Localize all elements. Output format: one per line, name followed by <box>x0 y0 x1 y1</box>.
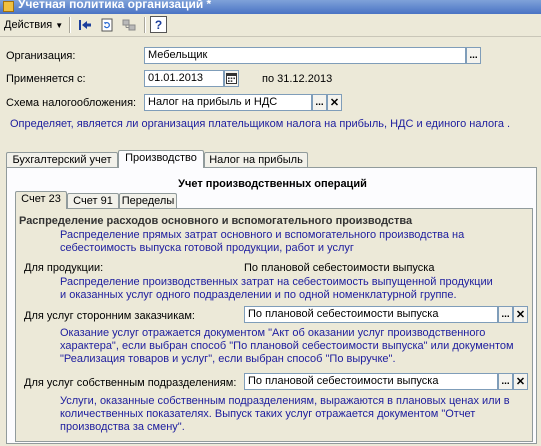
actions-menu-button[interactable]: Действия ▼ <box>4 17 63 33</box>
external-services-label: Для услуг сторонним заказчикам: <box>24 310 195 322</box>
title-bar[interactable]: Учетная политика организаций * <box>0 0 541 14</box>
external-services-value: По плановой себестоимости выпуска <box>248 308 439 320</box>
help-icon: ? <box>154 17 163 32</box>
external-services-select-button[interactable]: ... <box>498 306 513 323</box>
production-section-title: Учет производственных операций <box>178 178 367 190</box>
refresh-button[interactable] <box>98 16 116 34</box>
ellipsis-icon: ... <box>469 49 478 61</box>
calendar-button[interactable] <box>224 70 239 87</box>
internal-services-select-button[interactable]: ... <box>498 373 513 390</box>
tab-production[interactable]: Производство <box>118 150 204 168</box>
actions-menu-label: Действия <box>4 19 53 31</box>
applies-from-date-field[interactable]: 01.01.2013 <box>144 70 224 87</box>
subtab-redistributions[interactable]: Переделы <box>119 193 177 209</box>
subtab-account-23[interactable]: Счет 23 <box>15 191 67 209</box>
clear-x-icon: ✕ <box>515 375 526 388</box>
refresh-document-icon <box>101 18 113 32</box>
go-back-button[interactable] <box>76 16 94 34</box>
subtab-label: Переделы <box>121 195 175 207</box>
organization-field[interactable]: Мебельщик <box>144 47 466 64</box>
organization-label: Организация: <box>6 50 76 62</box>
subtab-account-91[interactable]: Счет 91 <box>67 193 119 209</box>
help-button[interactable]: ? <box>150 16 167 33</box>
external-services-clear-button[interactable]: ✕ <box>513 306 528 323</box>
organization-select-button[interactable]: ... <box>466 47 481 64</box>
tab-accounting[interactable]: Бухгалтерский учет <box>6 152 118 168</box>
structure-button[interactable] <box>120 16 138 34</box>
internal-services-value: По плановой себестоимости выпуска <box>248 375 439 387</box>
tab-label: Производство <box>125 152 197 164</box>
tax-scheme-select-button[interactable]: ... <box>312 94 327 111</box>
toolbar-separator <box>69 17 71 33</box>
tab-label: Бухгалтерский учет <box>12 154 112 166</box>
subtab-label: Счет 23 <box>21 193 61 205</box>
tax-scheme-clear-button[interactable]: ✕ <box>327 94 342 111</box>
arrow-left-icon <box>79 20 91 30</box>
structure-icon <box>122 19 136 31</box>
external-services-hint: Оказание услуг отражается документом "Ак… <box>60 327 514 365</box>
organization-value: Мебельщик <box>148 49 208 61</box>
internal-services-clear-button[interactable]: ✕ <box>513 373 528 390</box>
ellipsis-icon: ... <box>501 308 510 320</box>
ellipsis-icon: ... <box>501 375 510 387</box>
clear-x-icon: ✕ <box>515 308 526 321</box>
tax-scheme-field[interactable]: Налог на прибыль и НДС <box>144 94 312 111</box>
production-panel: Учет производственных операций Счет 23 С… <box>6 167 537 444</box>
internal-services-field[interactable]: По плановой себестоимости выпуска <box>244 373 498 390</box>
internal-services-label: Для услуг собственным подразделениям: <box>24 377 237 389</box>
toolbar-separator <box>144 17 146 33</box>
toolbar: Действия ▼ ? <box>0 14 541 37</box>
tab-label: Налог на прибыль <box>209 154 303 166</box>
ellipsis-icon: ... <box>315 96 324 108</box>
app-icon <box>3 1 14 12</box>
applies-from-date-value: 01.01.2013 <box>148 72 204 84</box>
window-title: Учетная политика организаций * <box>18 0 212 11</box>
tax-scheme-label: Схема налогообложения: <box>6 97 137 109</box>
external-services-field[interactable]: По плановой себестоимости выпуска <box>244 306 498 323</box>
applies-to-text: по 31.12.2013 <box>262 73 333 85</box>
account-23-panel: Распределение расходов основного и вспом… <box>15 208 533 442</box>
distribution-group-hint: Распределение прямых затрат основного и … <box>60 229 465 254</box>
internal-services-hint: Услуги, оказанные собственным подразделе… <box>60 395 510 433</box>
products-label: Для продукции: <box>24 262 104 274</box>
products-value: По плановой себестоимости выпуска <box>244 262 435 274</box>
products-hint: Распределение производственных затрат на… <box>60 276 493 301</box>
tab-income-tax[interactable]: Налог на прибыль <box>204 152 308 168</box>
clear-x-icon: ✕ <box>329 96 340 109</box>
distribution-group-title: Распределение расходов основного и вспом… <box>19 215 413 227</box>
applies-from-label: Применяется с: <box>6 73 86 85</box>
tax-scheme-hint: Определяет, является ли организация плат… <box>10 118 511 130</box>
subtab-label: Счет 91 <box>73 195 113 207</box>
dropdown-arrow-icon: ▼ <box>55 21 64 30</box>
tax-scheme-value: Налог на прибыль и НДС <box>148 96 278 108</box>
calendar-icon <box>226 73 237 84</box>
